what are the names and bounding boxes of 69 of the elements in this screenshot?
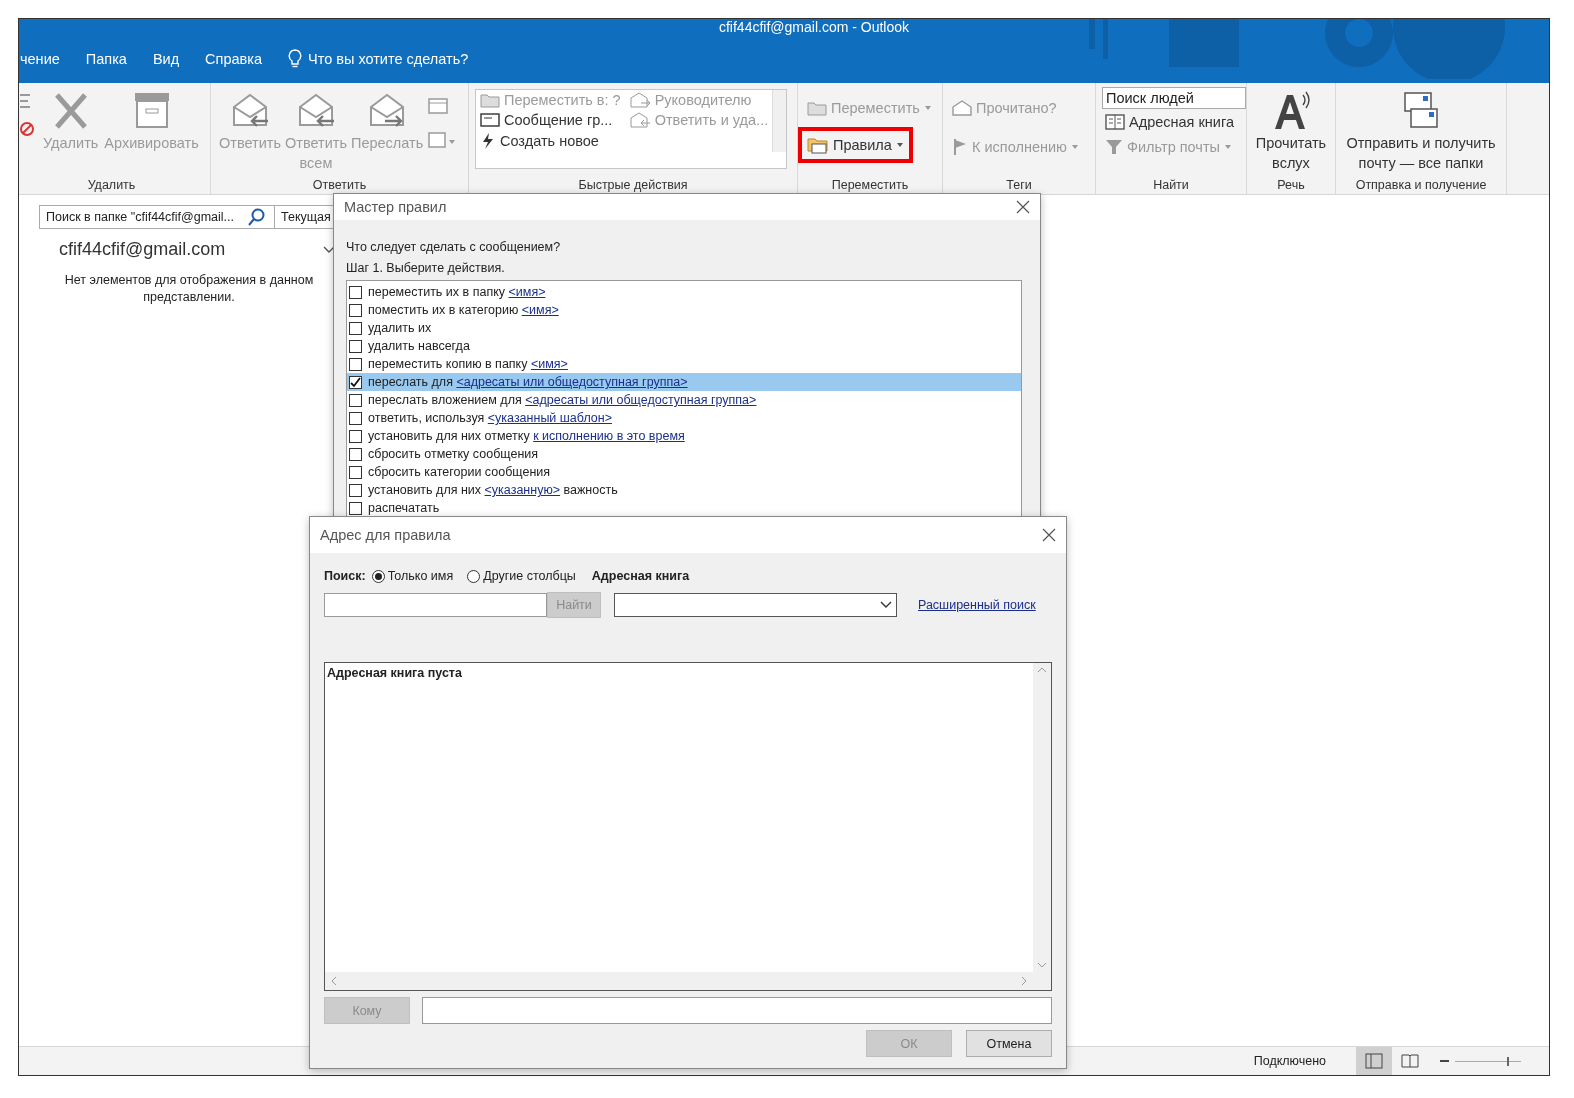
action-text: сбросить отметку сообщения bbox=[368, 447, 539, 461]
action-row[interactable]: удалить их bbox=[347, 319, 1021, 337]
action-row[interactable]: ответить, используя <указанный шаблон> bbox=[347, 409, 1021, 427]
group-label: Теги bbox=[1005, 178, 1033, 194]
action-row[interactable]: установить для них <указанную> важность bbox=[347, 481, 1021, 499]
action-row[interactable]: переместить их в папку <имя> bbox=[347, 283, 1021, 301]
folder-search-field[interactable]: Поиск в папке "cfif44cfif@gmail... bbox=[39, 205, 275, 229]
action-link[interactable]: к исполнению в это время bbox=[533, 429, 685, 443]
list-header: Адресная книга пуста bbox=[326, 665, 463, 682]
quick-step[interactable]: Создать новое bbox=[476, 130, 625, 152]
empty-message: Нет элементов для отображения в данном представлении. bbox=[63, 272, 315, 306]
group-label: Ответить bbox=[311, 178, 368, 194]
action-row[interactable]: установить для них отметку к исполнению в это время bbox=[347, 427, 1021, 445]
action-text: распечатать bbox=[368, 501, 440, 515]
group-label: Быстрые действия bbox=[577, 178, 689, 194]
group-label: Речь bbox=[1276, 178, 1306, 194]
address-book-button[interactable]: Адресная книга bbox=[1102, 111, 1240, 133]
ribbon-tab[interactable]: Вид bbox=[152, 47, 180, 71]
action-link[interactable]: <имя> bbox=[530, 357, 568, 371]
address-book-label: Адресная книга bbox=[591, 569, 690, 583]
radio-option[interactable]: Другие столбцы bbox=[467, 569, 576, 583]
action-row[interactable]: удалить навсегда bbox=[347, 337, 1021, 355]
action-link[interactable]: <имя> bbox=[521, 303, 559, 317]
action-text: сбросить категории сообщения bbox=[368, 465, 551, 479]
action-text: переслать для <адресаты или общедоступная группа> bbox=[368, 375, 688, 389]
action-text: ответить, используя <указанный шаблон> bbox=[368, 411, 612, 425]
action-row[interactable]: сбросить отметку сообщения bbox=[347, 445, 1021, 463]
rules-button[interactable]: Правила bbox=[804, 133, 907, 157]
people-search-field[interactable]: Поиск людей bbox=[1102, 87, 1246, 109]
action-link[interactable]: <указанный шаблон> bbox=[487, 411, 612, 425]
send-receive-button[interactable]: Отправить и получить почту — все папки bbox=[1342, 87, 1500, 178]
action-row[interactable]: переслать для <адресаты или общедоступная группа> bbox=[347, 373, 1021, 391]
ribbon-tab[interactable]: чение bbox=[20, 47, 60, 71]
radio-option[interactable]: Только имя bbox=[371, 569, 454, 583]
action-row[interactable]: переместить копию в папку <имя> bbox=[347, 355, 1021, 373]
action-text: удалить навсегда bbox=[368, 339, 470, 353]
group-label: Найти bbox=[1152, 178, 1190, 194]
action-text: установить для них отметку к исполнению в это время bbox=[368, 429, 685, 443]
action-link[interactable]: <указанную> bbox=[484, 483, 561, 497]
action-link[interactable]: <имя> bbox=[508, 285, 546, 299]
action-text: удалить их bbox=[368, 321, 432, 335]
action-row[interactable]: сбросить категории сообщения bbox=[347, 463, 1021, 481]
connection-status: Подключено bbox=[1253, 1054, 1326, 1068]
advanced-search-link[interactable]: Расширенный поиск bbox=[918, 598, 1036, 612]
step-label: Шаг 1. Выберите действия. bbox=[346, 261, 506, 275]
action-row[interactable]: переслать вложением для <адресаты или общедоступная группа> bbox=[347, 391, 1021, 409]
action-text: переместить их в папку <имя> bbox=[368, 285, 546, 299]
tell-me-field[interactable]: Что вы хотите сделать? bbox=[308, 51, 469, 67]
read-aloud-button[interactable]: Прочитать вслух bbox=[1253, 87, 1329, 178]
ribbon-tab[interactable]: Папка bbox=[85, 47, 127, 71]
window-title: cfif44cfif@gmail.com - Outlook bbox=[718, 19, 909, 35]
action-row[interactable]: распечатать bbox=[347, 499, 1021, 517]
group-label: Отправка и получение bbox=[1354, 178, 1488, 194]
action-row[interactable]: поместить их в категорию <имя> bbox=[347, 301, 1021, 319]
action-link[interactable]: <адресаты или общедоступная группа> bbox=[456, 375, 688, 389]
group-label: Удалить bbox=[86, 178, 137, 194]
action-link[interactable]: <адресаты или общедоступная группа> bbox=[525, 393, 757, 407]
action-text: переместить копию в папку <имя> bbox=[368, 357, 568, 371]
account-name[interactable]: cfif44cfif@gmail.com bbox=[59, 239, 226, 260]
ribbon-tab[interactable]: Справка bbox=[205, 47, 262, 71]
action-text: установить для них <указанную> важность bbox=[368, 483, 618, 497]
dialog-title: Адрес для правила bbox=[320, 527, 451, 543]
search-label: Поиск: bbox=[324, 569, 366, 583]
action-text: переслать вложением для <адресаты или общедоступная группа> bbox=[368, 393, 757, 407]
dialog-question: Что следует сделать с сообщением? bbox=[346, 240, 562, 254]
quick-step[interactable]: Сообщение гр... bbox=[476, 110, 625, 130]
group-label: Переместить bbox=[830, 178, 910, 194]
cancel-button[interactable]: Отмена bbox=[966, 1030, 1052, 1057]
action-text: поместить их в категорию <имя> bbox=[368, 303, 559, 317]
